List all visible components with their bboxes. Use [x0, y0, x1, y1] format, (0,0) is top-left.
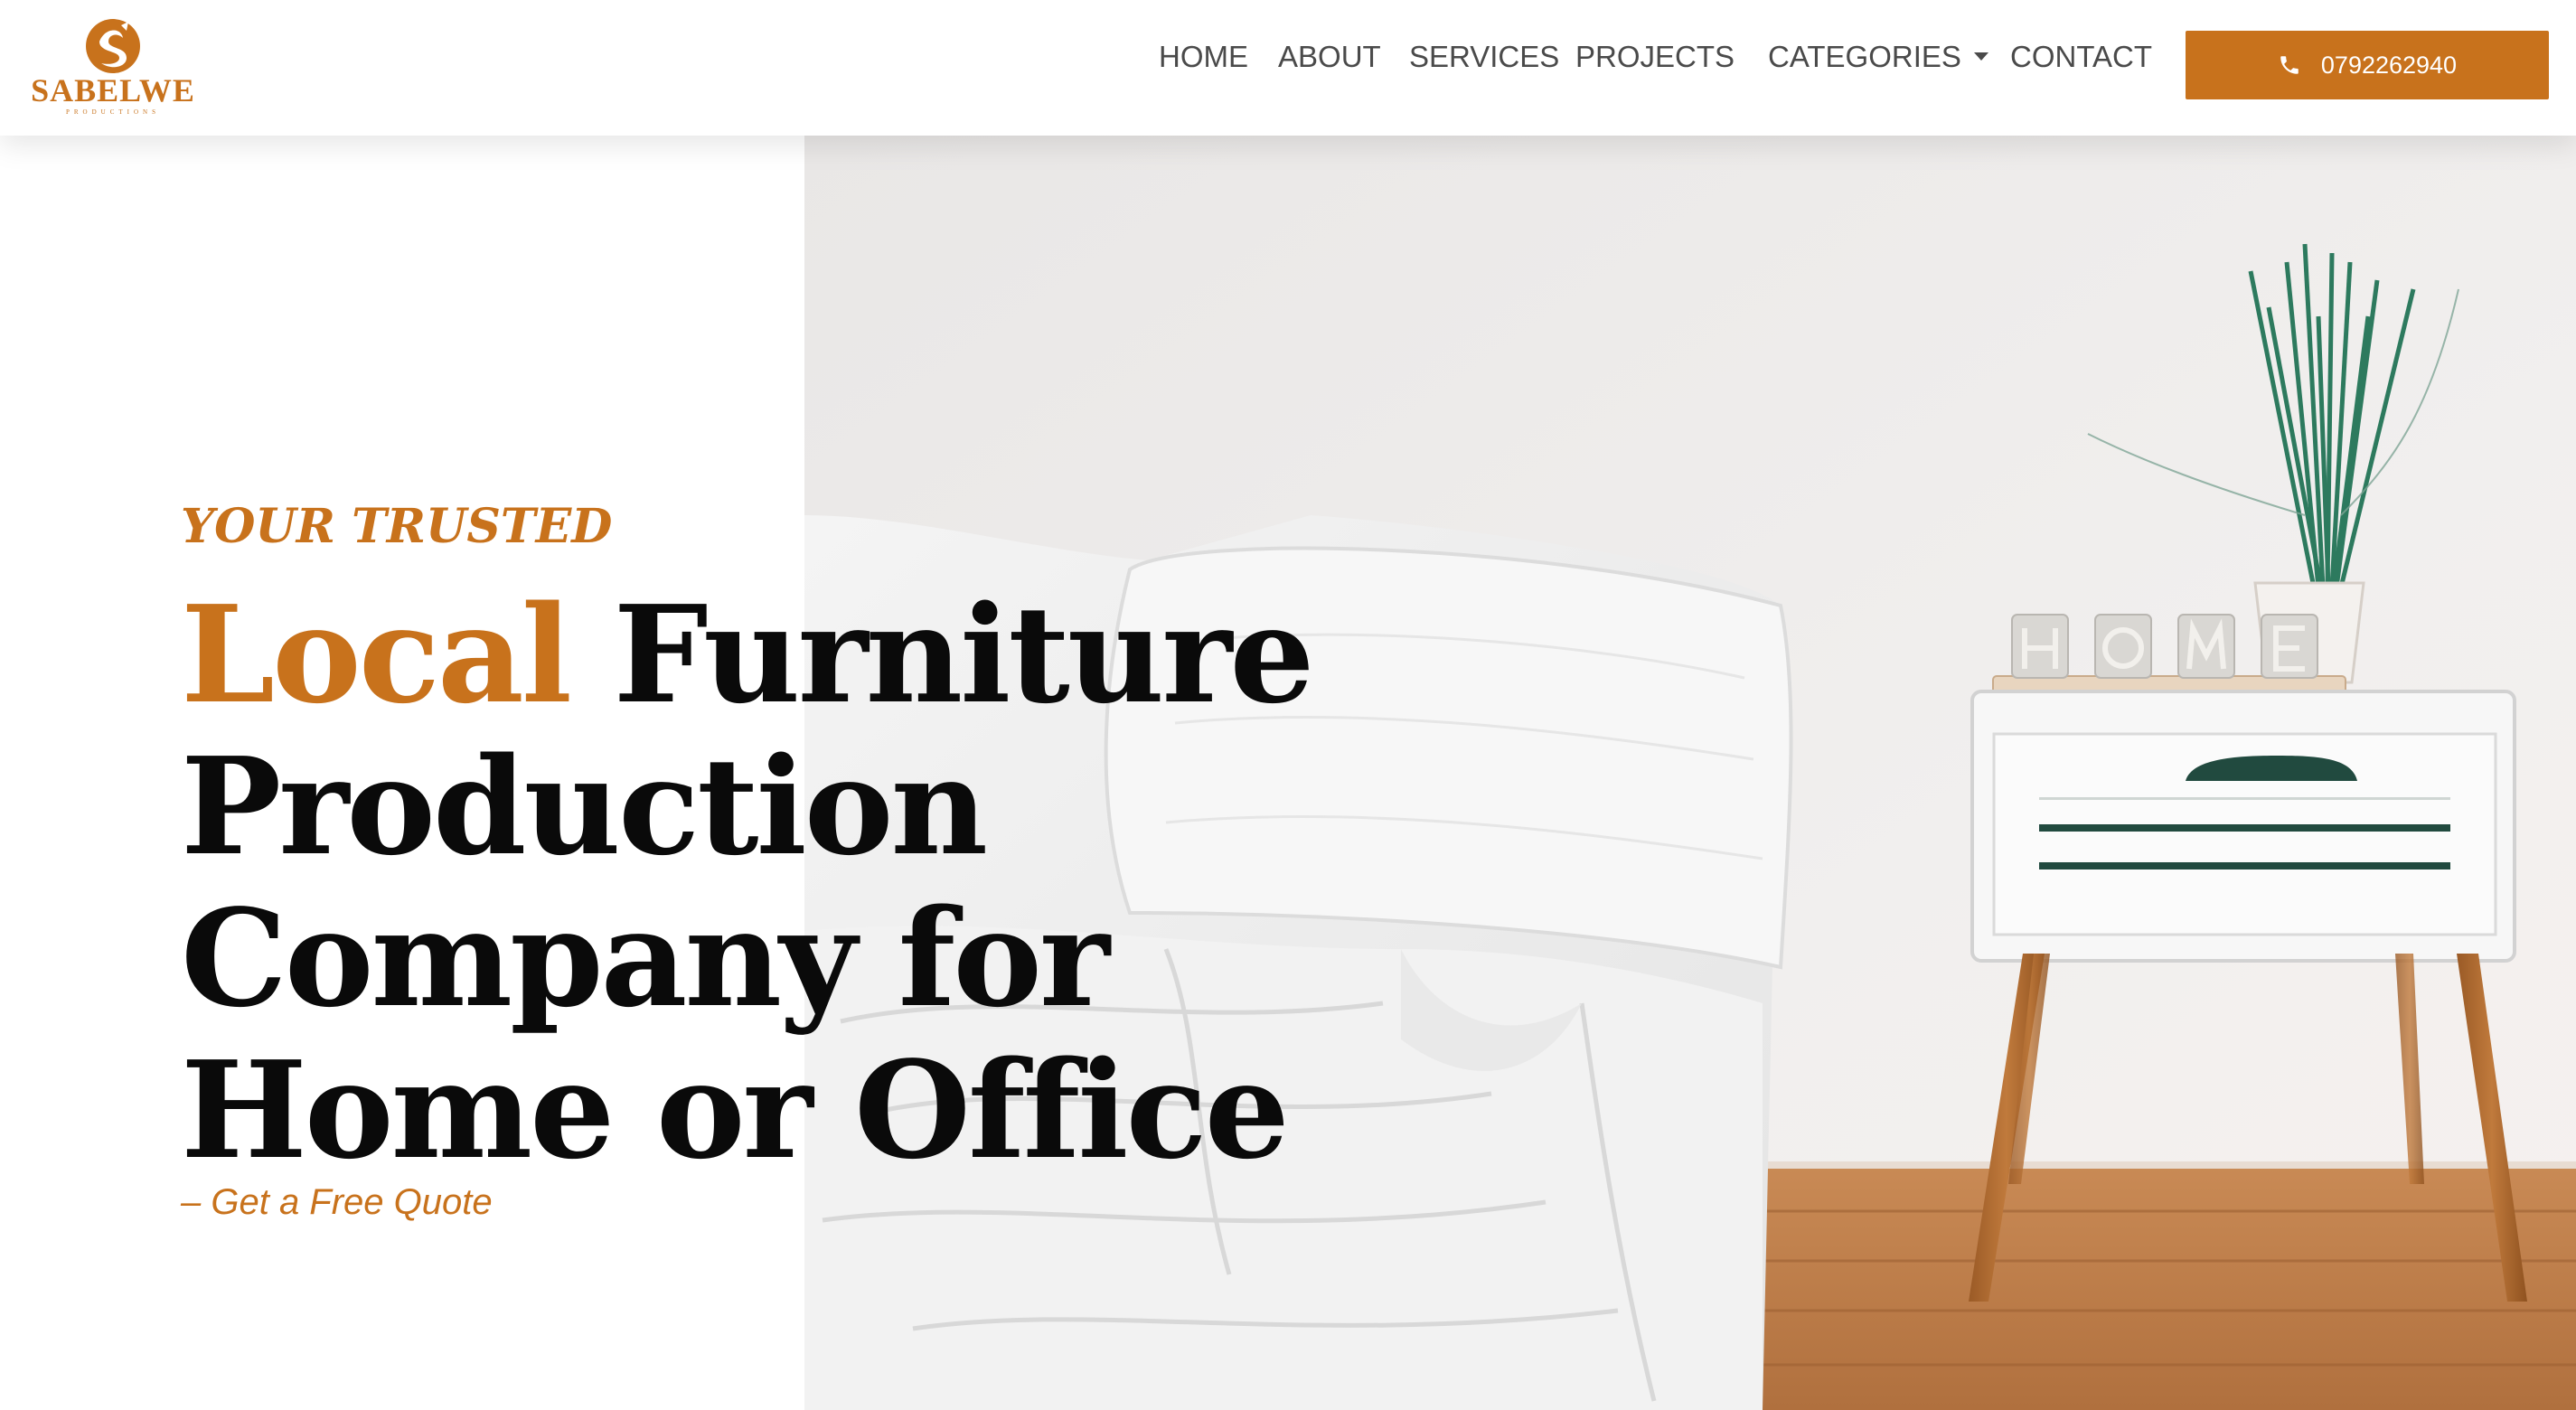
nav-projects[interactable]: PROJECTS	[1575, 34, 1735, 80]
hero-eyebrow: YOUR TRUSTED	[181, 499, 613, 554]
nav-home[interactable]: HOME	[1159, 34, 1248, 80]
call-button-label: 0792262940	[2320, 51, 2458, 79]
brand-tagline: PRODUCTIONS	[65, 108, 160, 116]
free-quote-link[interactable]: – Get a Free Quote	[181, 1182, 493, 1223]
nav-services[interactable]: SERVICES	[1409, 34, 1559, 80]
phone-icon	[2280, 56, 2299, 74]
site-header: SABELWE PRODUCTIONS HOME ABOUT SERVICES …	[0, 0, 2576, 136]
call-button[interactable]: 0792262940	[2186, 31, 2549, 99]
nav-categories-label: CATEGORIES	[1768, 40, 1961, 73]
caret-down-icon	[1973, 52, 1988, 61]
main-nav: HOME ABOUT SERVICES PROJECTS CATEGORIES …	[0, 34, 2169, 80]
nav-about[interactable]: ABOUT	[1278, 34, 1381, 80]
nav-categories-dropdown[interactable]: CATEGORIES	[1768, 34, 1988, 80]
headline-accent: Local	[181, 576, 572, 733]
hero-headline: Local Furniture Production Company for H…	[181, 578, 1446, 1186]
nav-contact[interactable]: CONTACT	[2010, 34, 2152, 80]
